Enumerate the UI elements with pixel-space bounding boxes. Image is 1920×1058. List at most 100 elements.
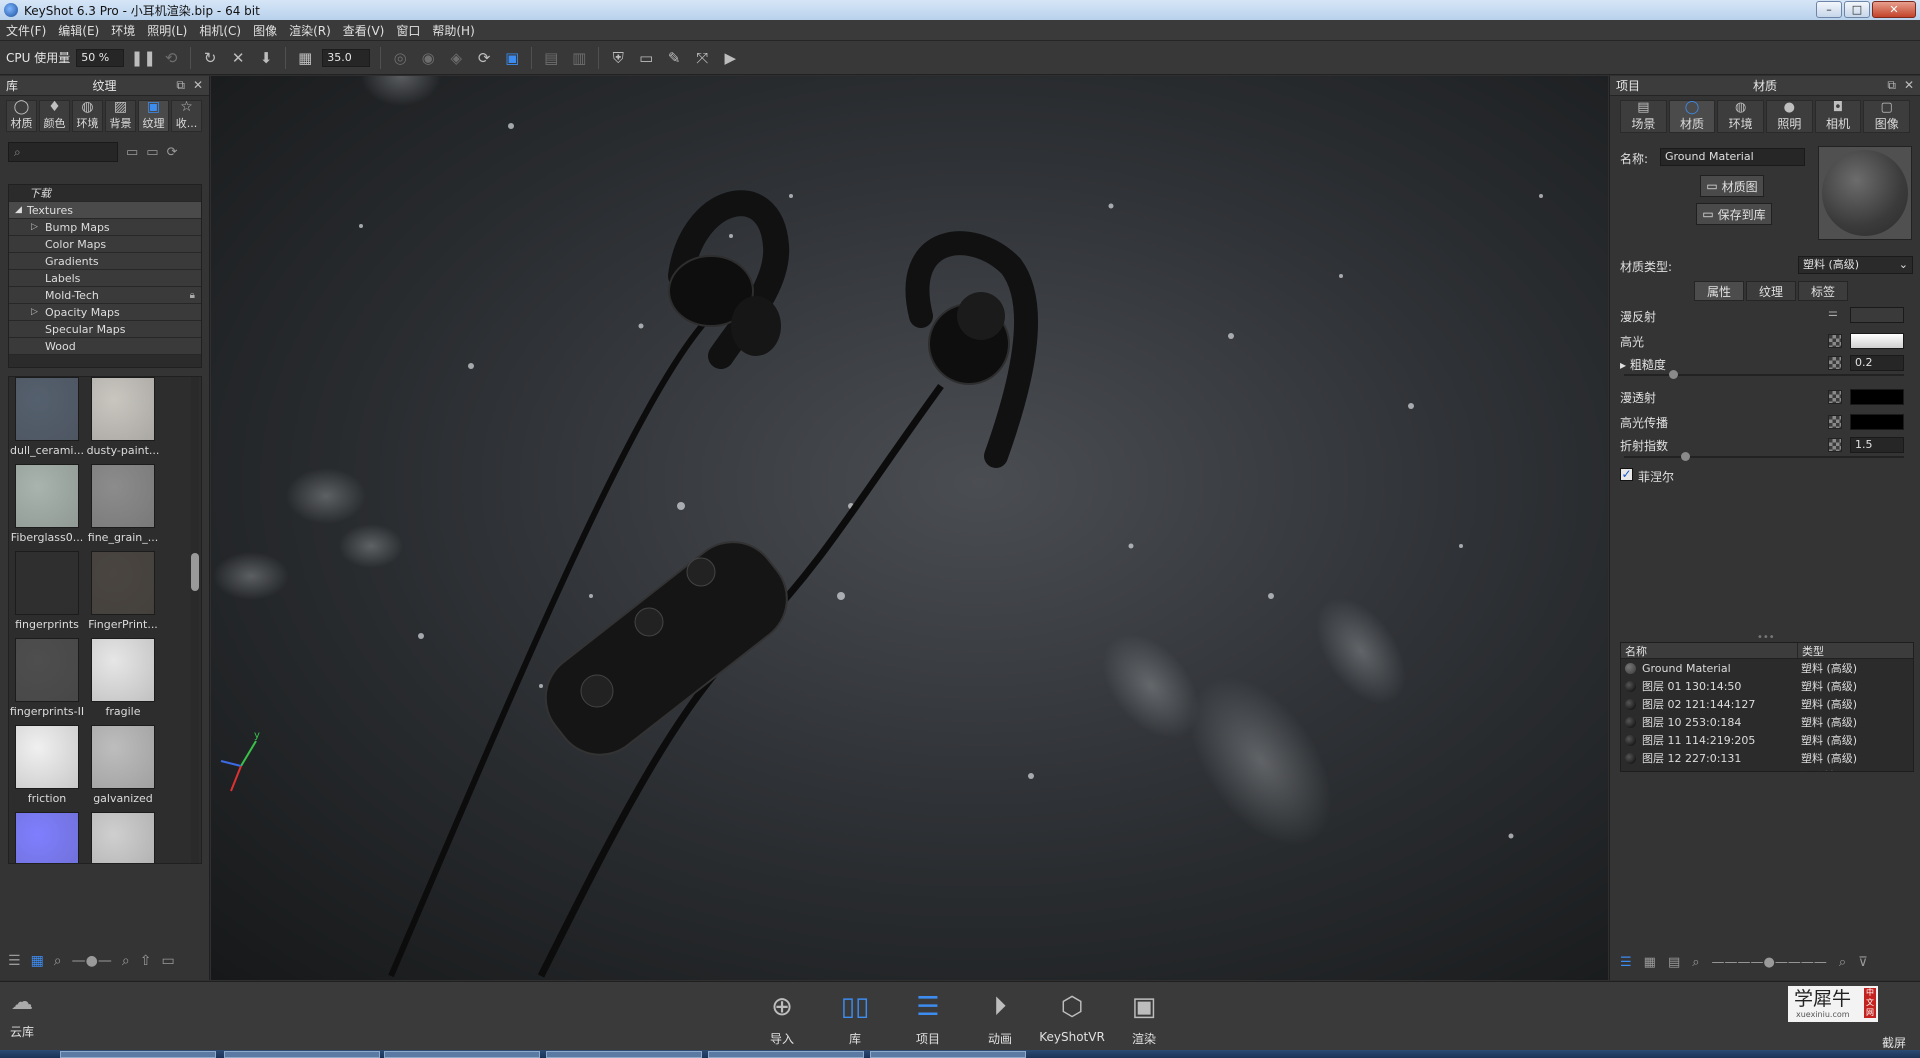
table-row[interactable]: 图层 10 253:0:184 塑料 (高级) bbox=[1621, 713, 1913, 731]
undock-icon[interactable]: ⧉ bbox=[1887, 78, 1896, 93]
tree-wood[interactable]: Wood bbox=[9, 338, 201, 355]
tab-scene[interactable]: ▤ 场景 bbox=[1620, 100, 1667, 133]
expand-arrow-icon[interactable]: ▸ bbox=[1620, 358, 1626, 372]
table-row[interactable]: 图层 13 7:61:169 漫反射 bbox=[1621, 767, 1913, 771]
roughness-value-input[interactable]: 0.2 bbox=[1850, 355, 1904, 371]
table-row[interactable]: 图层 11 114:219:205 塑料 (高级) bbox=[1621, 731, 1913, 749]
slider-knob[interactable] bbox=[1681, 452, 1690, 461]
taskbar-item[interactable] bbox=[224, 1051, 380, 1058]
minimize-button[interactable]: – bbox=[1816, 1, 1842, 18]
tree-color-maps[interactable]: Color Maps bbox=[9, 236, 201, 253]
tree-opacity-maps[interactable]: ▷ Opacity Maps bbox=[9, 304, 201, 321]
zoom-in-icon[interactable]: ⌕ bbox=[1839, 955, 1846, 970]
expand-icon[interactable]: ◢ bbox=[15, 202, 22, 219]
camera-switch-icon[interactable]: ◈ bbox=[445, 47, 467, 69]
refresh-icon[interactable]: ⟳ bbox=[473, 47, 495, 69]
menu-file[interactable]: 文件(F) bbox=[6, 22, 46, 39]
tab-favorites[interactable]: ☆ 收... bbox=[171, 99, 202, 132]
focal-length-field[interactable]: 35.0 bbox=[322, 48, 371, 67]
grid-view-icon[interactable]: ▦ bbox=[31, 953, 44, 969]
menu-view[interactable]: 查看(V) bbox=[343, 22, 385, 39]
ior-value-input[interactable]: 1.5 bbox=[1850, 437, 1904, 453]
thumbnail-scrollbar[interactable] bbox=[191, 377, 199, 863]
menu-help[interactable]: 帮助(H) bbox=[432, 22, 474, 39]
tab-environment[interactable]: ◍ 环境 bbox=[1717, 100, 1765, 133]
import-button[interactable]: ⊕ 导入 bbox=[750, 990, 814, 1047]
roughness-texture-button[interactable] bbox=[1828, 356, 1842, 370]
library-search-input[interactable]: ⌕ bbox=[8, 142, 118, 162]
specular-transmission-swatch[interactable] bbox=[1850, 414, 1904, 430]
menu-environment[interactable]: 环境 bbox=[111, 22, 135, 39]
diffuse-color-swatch[interactable] bbox=[1850, 307, 1904, 323]
zoom-out-icon[interactable]: ⌕ bbox=[54, 953, 62, 969]
animation-button[interactable]: ⏵ 动画 bbox=[968, 990, 1032, 1047]
diffuse-transmission-swatch[interactable] bbox=[1850, 389, 1904, 405]
filter-icon[interactable]: ⊽ bbox=[1858, 955, 1868, 970]
cpu-usage-field[interactable]: 50 % bbox=[76, 48, 125, 67]
material-name-input[interactable]: Ground Material bbox=[1660, 148, 1805, 166]
close-icon[interactable]: ✕ bbox=[193, 78, 203, 93]
project-button[interactable]: ☰ 项目 bbox=[896, 990, 960, 1047]
tree-downloads[interactable]: 下载 bbox=[9, 185, 201, 202]
tree-bump-maps[interactable]: ▷ Bump Maps bbox=[9, 219, 201, 236]
subtab-textures[interactable]: 纹理 bbox=[1746, 281, 1796, 301]
keyshotvr-button[interactable]: ⬡ KeyShotVR bbox=[1039, 990, 1105, 1044]
taskbar-item[interactable] bbox=[384, 1051, 540, 1058]
close-button[interactable]: ✕ bbox=[1872, 1, 1916, 18]
material-graph-button[interactable]: ▭ 材质图 bbox=[1700, 175, 1764, 197]
tree-view-icon[interactable]: ▤ bbox=[1668, 955, 1680, 970]
menu-edit[interactable]: 编辑(E) bbox=[58, 22, 99, 39]
fit-view-icon[interactable]: ✕ bbox=[227, 47, 249, 69]
render-viewport[interactable]: y bbox=[211, 76, 1608, 980]
presentation-icon[interactable]: ▭ bbox=[635, 47, 657, 69]
list-view-icon[interactable]: ☰ bbox=[1620, 955, 1632, 970]
script-console-icon[interactable]: ▶ bbox=[719, 47, 741, 69]
tab-image[interactable]: ▢ 图像 bbox=[1863, 100, 1911, 133]
library-button[interactable]: ▯▯ 库 bbox=[823, 990, 887, 1047]
texture-thumbnail[interactable]: dull_cerami... bbox=[10, 377, 84, 460]
geometry-view-icon[interactable]: ⤧ bbox=[691, 47, 713, 69]
tree-textures[interactable]: ◢ Textures bbox=[9, 202, 201, 219]
texture-thumbnail[interactable]: galvanized... bbox=[87, 812, 159, 863]
texture-thumbnail[interactable]: fragile bbox=[87, 638, 159, 721]
taskbar-item[interactable] bbox=[708, 1051, 864, 1058]
zoom-in-icon[interactable]: ⌕ bbox=[122, 953, 130, 969]
table-row[interactable]: 图层 02 121:144:127 塑料 (高级) bbox=[1621, 695, 1913, 713]
specular-transmission-texture-button[interactable] bbox=[1828, 415, 1842, 429]
drop-to-ground-icon[interactable]: ⬇ bbox=[255, 47, 277, 69]
table-row[interactable]: Ground Material 塑料 (高级) bbox=[1621, 659, 1913, 677]
studio-icon[interactable]: ▤ bbox=[540, 47, 562, 69]
fresnel-checkbox[interactable]: ✓ bbox=[1620, 468, 1633, 481]
camera-add-icon[interactable]: ◉ bbox=[417, 47, 439, 69]
expand-icon[interactable]: ▷ bbox=[31, 304, 38, 321]
tree-gradients[interactable]: Gradients bbox=[9, 253, 201, 270]
maximize-button[interactable]: □ bbox=[1844, 1, 1870, 18]
subtab-labels[interactable]: 标签 bbox=[1798, 281, 1848, 301]
camera-icon[interactable]: ◎ bbox=[389, 47, 411, 69]
texture-thumbnail[interactable]: fingerprints bbox=[11, 551, 83, 634]
import-folder-icon[interactable]: ▭ bbox=[161, 953, 174, 969]
texture-thumbnail[interactable]: friction bbox=[11, 725, 83, 808]
close-icon[interactable]: ✕ bbox=[1904, 78, 1914, 93]
column-type-header[interactable]: 类型 bbox=[1797, 643, 1824, 658]
roughness-slider[interactable] bbox=[1624, 370, 1904, 379]
tab-materials[interactable]: ◯ 材质 bbox=[6, 99, 37, 132]
taskbar-item[interactable] bbox=[60, 1051, 216, 1058]
slider-knob[interactable] bbox=[1669, 370, 1678, 379]
menu-image[interactable]: 图像 bbox=[253, 22, 277, 39]
taskbar-item[interactable] bbox=[870, 1051, 1026, 1058]
texture-thumbnail[interactable]: Fiberglass0... bbox=[11, 464, 83, 547]
subtab-properties[interactable]: 属性 bbox=[1694, 281, 1744, 301]
folder-icon[interactable]: ▭ bbox=[126, 145, 138, 160]
refresh-library-icon[interactable]: ⟳ bbox=[167, 145, 178, 160]
texture-thumbnail[interactable]: dusty-paint... bbox=[87, 377, 159, 460]
grid-view-icon[interactable]: ▦ bbox=[1644, 955, 1656, 970]
reset-view-icon[interactable]: ↻ bbox=[199, 47, 221, 69]
thumbnail-size-slider[interactable]: —●— bbox=[72, 953, 112, 969]
screenshot-button[interactable]: 截屏 bbox=[1882, 1034, 1906, 1051]
scrollbar-thumb[interactable] bbox=[191, 553, 199, 591]
shield-icon[interactable]: ⛨ bbox=[607, 47, 629, 69]
table-row[interactable]: 图层 01 130:14:50 塑料 (高级) bbox=[1621, 677, 1913, 695]
texture-thumbnail[interactable]: fingerprints-II bbox=[10, 638, 84, 721]
ior-texture-button[interactable] bbox=[1828, 438, 1842, 452]
